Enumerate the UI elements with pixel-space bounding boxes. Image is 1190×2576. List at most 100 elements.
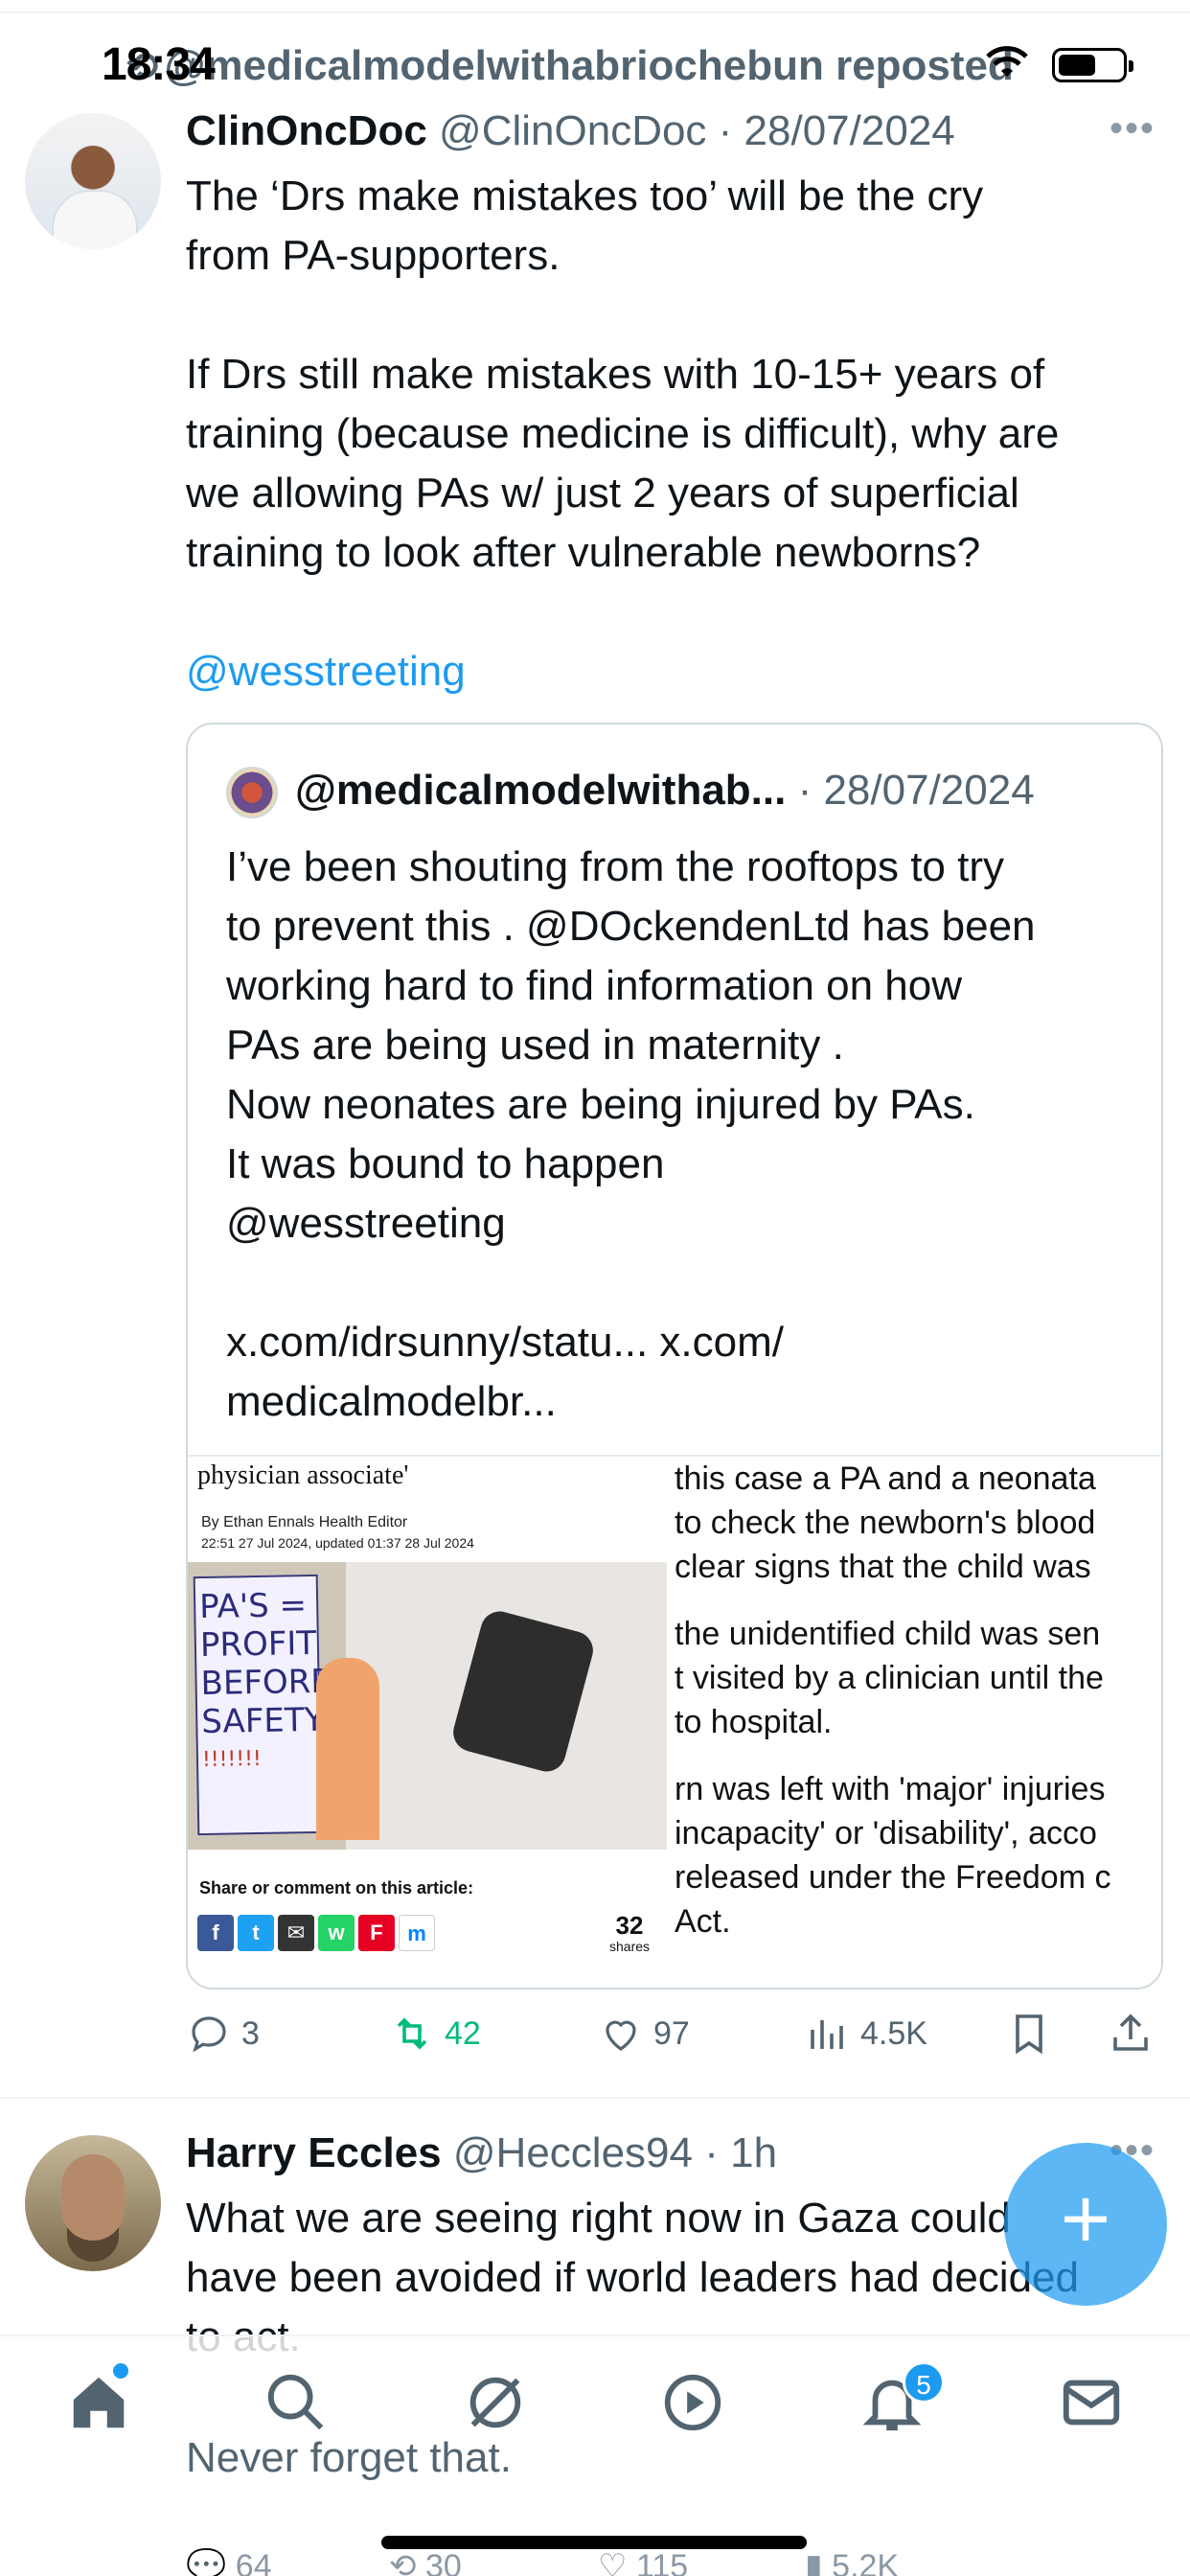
quoted-line: I’ve been shouting from the rooftops to …	[226, 843, 1005, 890]
author-handle[interactable]: @Heccles94	[453, 2129, 693, 2176]
like-count[interactable]: ♡ 115	[598, 2547, 688, 2576]
wifi-icon	[986, 46, 1028, 77]
grok-icon[interactable]	[462, 2369, 529, 2436]
quoted-line: PAs are being used in maternity .	[226, 1022, 844, 1069]
author-name[interactable]: Harry Eccles	[186, 2129, 442, 2176]
article-photo: PA'S = PROFIT BEFORE SAFETY !!!!!!!	[188, 1562, 667, 1850]
tweet-header: Harry Eccles @Heccles94 · 1h	[186, 2129, 777, 2177]
home-indicator[interactable]	[381, 2536, 807, 2549]
author-handle[interactable]: @ClinOncDoc	[439, 107, 706, 154]
reply-icon	[192, 2016, 226, 2053]
tweet-action-bar: 3 42 97 4.5K	[186, 2011, 1163, 2068]
tweet-line: have been avoided if world leaders had d…	[186, 2254, 1079, 2301]
article-line: this case a PA and a neonata	[675, 1460, 1096, 1497]
repost-icon	[397, 2017, 427, 2050]
article-left-column: physician associate' By Ethan Ennals Hea…	[188, 1457, 667, 1988]
article-line: the unidentified child was sen	[675, 1616, 1101, 1652]
tweet-line: The ‘Drs make mistakes too’ will be the …	[186, 172, 984, 219]
quoted-link-line[interactable]: x.com/idrsunny/statu... x.com/	[226, 1313, 1146, 1372]
article-line: to check the newborn's blood	[675, 1505, 1096, 1541]
like-count-value: 115	[635, 2548, 689, 2576]
repost-button[interactable]: 42	[389, 2011, 481, 2057]
tweet-line: training to look after vulnerable newbor…	[186, 529, 981, 576]
facebook-icon: f	[197, 1915, 234, 1951]
article-line: to hospital.	[675, 1704, 833, 1740]
article-timestamp: 22:51 27 Jul 2024, updated 01:37 28 Jul …	[201, 1535, 474, 1551]
notifications-badge: 5	[903, 2361, 945, 2404]
protester-figure	[316, 1658, 379, 1840]
status-time: 18:34	[102, 39, 216, 90]
repost-text: @medicalmodelwithabriochebun reposted	[164, 42, 1014, 89]
video-icon[interactable]	[659, 2369, 726, 2436]
tweet-text: The ‘Drs make mistakes too’ will be the …	[186, 167, 1059, 702]
sign-line: BEFORE	[200, 1662, 332, 1704]
article-line: incapacity' or 'disability', acco	[675, 1815, 1097, 1852]
email-icon: ✉	[278, 1915, 314, 1951]
quoted-tweet-card[interactable]: @medicalmodelwithab... · 28/07/2024 I’ve…	[186, 723, 1163, 1990]
twitter-icon: t	[238, 1915, 274, 1951]
views-chart-icon	[811, 2020, 843, 2049]
tweet-date: · 28/07/2024	[718, 107, 955, 154]
heart-icon	[606, 2020, 636, 2051]
quoted-text: I’ve been shouting from the rooftops to …	[226, 838, 1146, 1432]
quoted-line: working hard to find information on how	[226, 962, 962, 1009]
tweet-line: we allowing PAs w/ just 2 years of super…	[186, 470, 1019, 517]
tweet-line-faded: Never forget that.	[186, 2434, 512, 2481]
views-button[interactable]: 4.5K	[805, 2011, 927, 2057]
quoted-link-line[interactable]: medicalmodelbr...	[226, 1372, 1146, 1432]
more-options-icon[interactable]: •••	[1110, 107, 1156, 150]
blood-pressure-cuff	[448, 1607, 598, 1776]
sign-line: SAFETY	[200, 1700, 325, 1742]
messages-envelope-icon[interactable]	[1058, 2369, 1125, 2436]
share-count-unit: shares	[609, 1939, 651, 1954]
share-button[interactable]	[1108, 2011, 1154, 2057]
sign-line: !!!!!!!	[201, 1746, 262, 1773]
tweet-time: · 1h	[704, 2129, 778, 2176]
reply-count[interactable]: 💬 64	[186, 2547, 272, 2576]
tweet-line: from PA-supporters.	[186, 232, 561, 279]
tweet-line	[186, 286, 1059, 345]
share-icon	[1113, 2013, 1148, 2051]
repost-count[interactable]: ⟲ 30	[389, 2547, 462, 2576]
tweet-divider	[0, 2097, 1190, 2099]
article-line: Act.	[675, 1903, 731, 1940]
bookmark-button[interactable]	[1006, 2011, 1052, 2057]
tweet-line: If Drs still make mistakes with 10-15+ y…	[186, 351, 1045, 398]
article-line: clear signs that the child was	[675, 1549, 1091, 1585]
article-line: rn was left with 'major' injuries	[675, 1771, 1106, 1807]
share-label: Share or comment on this article:	[199, 1878, 474, 1898]
views-count-value: 5.2K	[832, 2548, 900, 2576]
quoted-handle: @medicalmodelwithab...	[295, 767, 787, 814]
article-headline: physician associate'	[197, 1460, 409, 1490]
article-right-column: this case a PA and a neonata to check th…	[667, 1457, 1161, 1988]
share-count: 32 shares	[609, 1913, 651, 1957]
sign-line: PA'S =	[198, 1586, 308, 1627]
top-divider	[0, 12, 1190, 13]
search-icon[interactable]	[263, 2369, 330, 2436]
article-byline: By Ethan Ennals Health Editor	[201, 1514, 408, 1530]
battery-icon	[1052, 48, 1133, 82]
reply-button[interactable]: 3	[186, 2011, 260, 2057]
reply-count: 3	[241, 2014, 260, 2052]
compose-button[interactable]: +	[1004, 2143, 1167, 2306]
article-line: released under the Freedom c	[675, 1859, 1111, 1896]
avatar[interactable]	[25, 2135, 161, 2271]
quoted-date: · 28/07/2024	[797, 767, 1035, 814]
mention-link[interactable]: @wesstreeting	[186, 642, 1059, 702]
avatar[interactable]	[25, 113, 161, 249]
bookmark-icon	[1016, 2014, 1042, 2055]
repost-count-value: 30	[424, 2548, 462, 2576]
views-count: 4.5K	[860, 2014, 927, 2052]
author-name[interactable]: ClinOncDoc	[186, 107, 427, 154]
tweet-line: training (because medicine is difficult)…	[186, 410, 1060, 457]
messenger-icon: m	[399, 1915, 435, 1951]
protest-sign: PA'S = PROFIT BEFORE SAFETY !!!!!!!	[193, 1574, 332, 1836]
article-screenshot-image[interactable]: physician associate' By Ethan Ennals Hea…	[188, 1455, 1161, 1988]
home-icon[interactable]	[65, 2369, 132, 2436]
quoted-avatar	[226, 767, 278, 818]
views-count[interactable]: ▮ 5.2K	[805, 2547, 899, 2576]
like-button[interactable]: 97	[598, 2011, 690, 2057]
tweet-header: ClinOncDoc @ClinOncDoc · 28/07/2024	[186, 107, 955, 155]
quoted-line: Now neonates are being injured by PAs.	[226, 1081, 975, 1128]
repost-indicator[interactable]: ⟲ @medicalmodelwithabriochebun reposted	[126, 42, 1014, 90]
